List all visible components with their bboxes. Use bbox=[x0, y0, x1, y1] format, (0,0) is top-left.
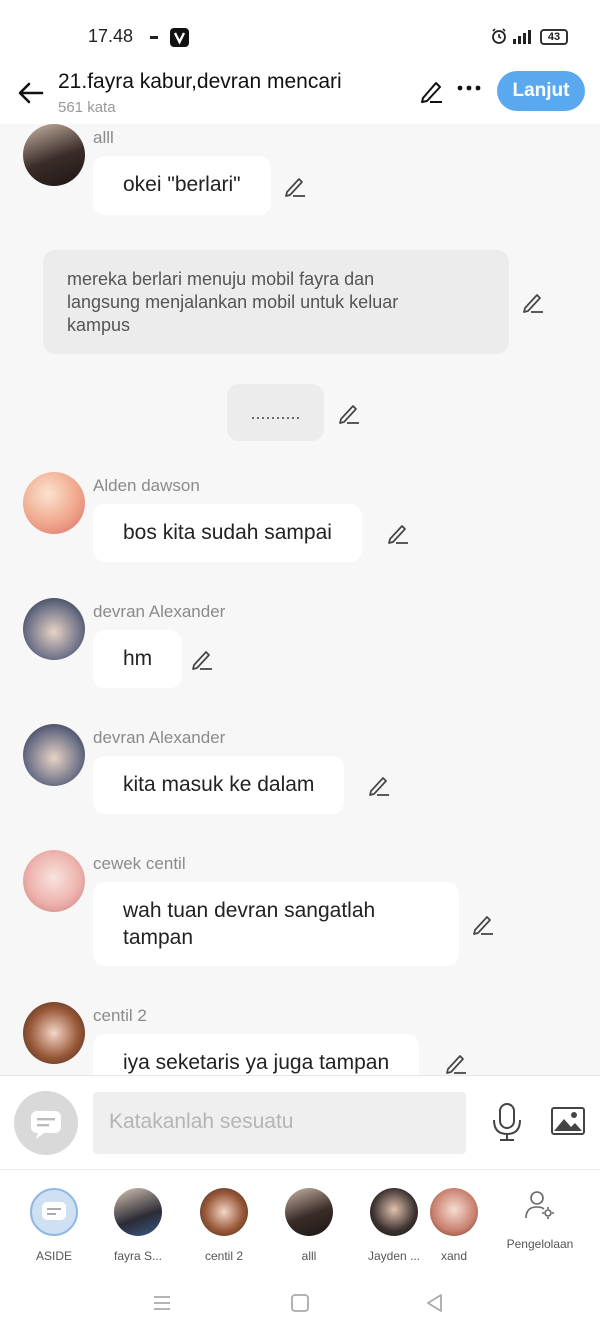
edit-message-icon[interactable] bbox=[444, 1051, 468, 1075]
manage-label: Pengelolaan bbox=[506, 1237, 574, 1251]
status-time: 17.48 bbox=[88, 26, 134, 46]
app-v-icon bbox=[170, 28, 189, 47]
character-xand[interactable]: xand bbox=[430, 1188, 478, 1263]
character-label: fayra S... bbox=[113, 1249, 163, 1263]
edit-message-icon[interactable] bbox=[283, 174, 307, 198]
character-label: xand bbox=[440, 1249, 468, 1263]
speaker-name: Alden dawson bbox=[93, 476, 200, 495]
chat-bubble-icon bbox=[42, 1202, 66, 1220]
character-aside[interactable]: ASIDE bbox=[19, 1188, 89, 1263]
speaker-name: devran Alexander bbox=[93, 728, 226, 747]
avatar[interactable] bbox=[23, 472, 85, 534]
word-count: 561 kata bbox=[58, 99, 116, 116]
message-bubble[interactable]: kita masuk ke dalam bbox=[93, 756, 345, 814]
narration-bubble[interactable]: .......... bbox=[227, 384, 324, 441]
narration-bubble[interactable]: mereka berlari menuju mobil fayra dan la… bbox=[43, 250, 509, 354]
avatar bbox=[200, 1188, 248, 1236]
battery-icon: 43 bbox=[540, 29, 568, 45]
status-bar: 17.48 43 bbox=[0, 0, 600, 68]
avatar bbox=[370, 1188, 418, 1236]
image-upload-icon[interactable] bbox=[550, 1106, 586, 1136]
avatar bbox=[114, 1188, 162, 1236]
edit-message-icon[interactable] bbox=[521, 290, 545, 314]
message-composer: Katakanlah sesuatu bbox=[0, 1075, 600, 1169]
speaker-name: cewek centil bbox=[93, 854, 186, 873]
system-nav-bar bbox=[0, 1275, 600, 1333]
chat-bubble-icon bbox=[31, 1111, 61, 1139]
back-arrow-icon[interactable] bbox=[16, 78, 46, 108]
home-icon[interactable] bbox=[290, 1293, 310, 1313]
user-settings-icon bbox=[525, 1191, 554, 1219]
character-label: centil 2 bbox=[204, 1249, 244, 1263]
avatar[interactable] bbox=[23, 724, 85, 786]
character-bar: ASIDE fayra S... centil 2 alll Jayden ..… bbox=[0, 1169, 600, 1275]
chapter-title: 21.fayra kabur,devran mencari bbox=[58, 70, 342, 93]
speaker-name: alll bbox=[93, 128, 114, 147]
aside-toggle-button[interactable] bbox=[14, 1091, 78, 1155]
top-bar: 21.fayra kabur,devran mencari 561 kata L… bbox=[0, 68, 600, 124]
character-label: Jayden ... bbox=[367, 1249, 421, 1263]
signal-icon bbox=[513, 30, 531, 44]
message-bubble[interactable]: okei "berlari" bbox=[93, 156, 271, 215]
microphone-icon[interactable] bbox=[490, 1102, 524, 1142]
speaker-name: centil 2 bbox=[93, 1006, 147, 1025]
avatar[interactable] bbox=[23, 1002, 85, 1064]
alarm-icon bbox=[492, 28, 506, 44]
avatar bbox=[30, 1188, 78, 1236]
message-input[interactable]: Katakanlah sesuatu bbox=[93, 1092, 466, 1154]
message-bubble[interactable]: wah tuan devran sangatlah tampan bbox=[93, 882, 459, 966]
character-label: ASIDE bbox=[35, 1249, 72, 1263]
edit-message-icon[interactable] bbox=[190, 647, 214, 671]
avatar bbox=[285, 1188, 333, 1236]
character-jayden[interactable]: Jayden ... bbox=[359, 1188, 429, 1263]
avatar[interactable] bbox=[23, 124, 85, 186]
edit-message-icon[interactable] bbox=[367, 773, 391, 797]
edit-message-icon[interactable] bbox=[471, 912, 495, 936]
character-label: alll bbox=[301, 1249, 317, 1263]
character-alll[interactable]: alll bbox=[274, 1188, 344, 1263]
notification-icon bbox=[150, 36, 158, 39]
chat-area[interactable]: alll okei "berlari" mereka berlari menuj… bbox=[0, 124, 600, 1075]
next-button[interactable]: Lanjut bbox=[497, 71, 585, 111]
more-options-icon[interactable] bbox=[457, 82, 481, 94]
character-fayra[interactable]: fayra S... bbox=[103, 1188, 173, 1263]
menu-icon[interactable] bbox=[152, 1293, 172, 1313]
edit-message-icon[interactable] bbox=[386, 521, 410, 545]
speaker-name: devran Alexander bbox=[93, 602, 226, 621]
avatar[interactable] bbox=[23, 598, 85, 660]
message-bubble[interactable]: iya seketaris ya juga tampan bbox=[93, 1034, 420, 1075]
manage-characters-button[interactable]: Pengelolaan bbox=[500, 1188, 580, 1251]
edit-pencil-icon[interactable] bbox=[418, 78, 444, 104]
avatar bbox=[430, 1188, 478, 1236]
edit-message-icon[interactable] bbox=[337, 401, 361, 425]
character-centil-2[interactable]: centil 2 bbox=[189, 1188, 259, 1263]
avatar[interactable] bbox=[23, 850, 85, 912]
message-bubble[interactable]: bos kita sudah sampai bbox=[93, 504, 362, 562]
back-icon[interactable] bbox=[425, 1293, 445, 1313]
message-bubble[interactable]: hm bbox=[93, 630, 183, 688]
